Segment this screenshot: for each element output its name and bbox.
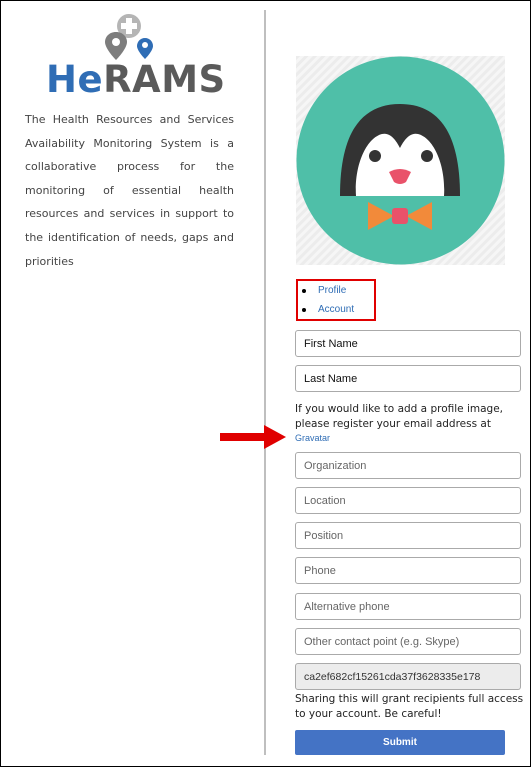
access-key-input[interactable] xyxy=(296,664,520,689)
position-field[interactable] xyxy=(295,522,521,549)
organization-field[interactable] xyxy=(295,452,521,479)
location-field[interactable] xyxy=(295,487,521,514)
red-arrow-icon xyxy=(220,425,286,449)
organization-input[interactable] xyxy=(296,453,520,478)
other-contact-field[interactable] xyxy=(295,628,521,655)
account-link[interactable]: Account xyxy=(318,304,354,315)
profile-nav-highlight: Profile Account xyxy=(296,279,376,321)
last-name-input[interactable] xyxy=(296,366,520,391)
other-contact-input[interactable] xyxy=(296,629,520,654)
profile-avatar xyxy=(296,56,505,265)
logo-pin-icon xyxy=(105,14,153,60)
herams-logo: HeRAMS xyxy=(46,12,226,101)
phone-input[interactable] xyxy=(296,558,520,583)
last-name-field[interactable] xyxy=(295,365,521,392)
logo-wordmark: HeRAMS xyxy=(46,58,226,101)
submit-button[interactable]: Submit xyxy=(295,730,505,755)
location-input[interactable] xyxy=(296,488,520,513)
share-warning: Sharing this will grant recipients full … xyxy=(295,693,524,720)
access-key-field[interactable] xyxy=(295,663,521,690)
nav-item-account[interactable]: Account xyxy=(301,304,354,315)
alternative-phone-field[interactable] xyxy=(295,593,521,620)
phone-field[interactable] xyxy=(295,557,521,584)
position-input[interactable] xyxy=(296,523,520,548)
column-divider xyxy=(264,10,266,755)
first-name-input[interactable] xyxy=(296,331,520,356)
nav-item-profile[interactable]: Profile xyxy=(301,285,346,296)
app-description: The Health Resources and Services Availa… xyxy=(25,113,234,268)
profile-link[interactable]: Profile xyxy=(318,285,346,296)
profile-image-note: If you would like to add a profile image… xyxy=(295,403,503,430)
alternative-phone-input[interactable] xyxy=(296,594,520,619)
gravatar-link[interactable]: Gravatar xyxy=(295,433,330,443)
first-name-field[interactable] xyxy=(295,330,521,357)
